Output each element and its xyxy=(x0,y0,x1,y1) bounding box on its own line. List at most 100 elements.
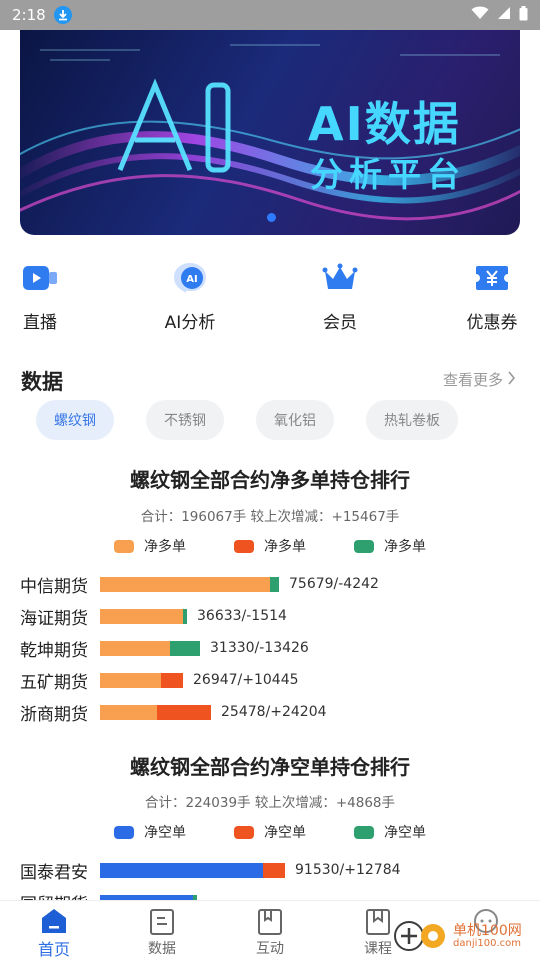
chip-rebar[interactable]: 螺纹钢 xyxy=(36,400,114,440)
short-row[interactable]: 国贸期货 xyxy=(20,886,520,900)
watermark-logo-icon xyxy=(394,921,445,951)
legend-swatch xyxy=(354,539,374,553)
long-row-bar xyxy=(100,704,211,720)
short-row-bar xyxy=(100,862,285,878)
tab-home-label: 首页 xyxy=(37,940,70,959)
tab-course-label: 课程 xyxy=(364,941,392,957)
long-ranking-title: 螺纹钢全部合约净多单持仓排行 xyxy=(130,468,410,492)
legend-item: 净多单 xyxy=(354,536,426,556)
long-row[interactable]: 五矿期货 26947/+10445 xyxy=(20,664,520,696)
interaction-book-icon xyxy=(255,907,285,937)
short-bar-segment xyxy=(263,862,285,878)
data-section-title: 数据 xyxy=(21,370,63,394)
quick-member-label: 会员 xyxy=(323,313,357,333)
quick-live[interactable]: 直播 xyxy=(0,258,80,333)
wifi-icon xyxy=(471,6,489,24)
category-chips: 螺纹钢 不锈钢 氧化铝 热轧卷板 xyxy=(36,400,458,440)
long-row-name: 浙商期货 xyxy=(20,704,88,725)
view-more-label: 查看更多 xyxy=(442,371,503,389)
legend-item: 净空单 xyxy=(114,822,186,842)
battery-icon xyxy=(519,5,528,25)
legend-label: 净多单 xyxy=(144,539,186,555)
signal-icon xyxy=(497,6,511,24)
long-ranking-list: 中信期货 75679/-4242 海证期货 36633/-1514 乾坤期货 31330/… xyxy=(20,568,520,728)
long-row[interactable]: 浙商期货 25478/+24204 xyxy=(20,696,520,728)
legend-item: 净空单 xyxy=(234,822,306,842)
long-row-value: 25478/+24204 xyxy=(221,704,327,720)
live-video-icon xyxy=(20,258,60,298)
promo-banner[interactable]: AI数据 分析平台 xyxy=(20,30,520,235)
long-row-value: 26947/+10445 xyxy=(193,672,299,688)
legend-swatch xyxy=(114,539,134,553)
banner-subtitle: 分析平台 xyxy=(310,155,466,194)
short-row[interactable]: 国泰君安 91530/+12784 xyxy=(20,854,520,886)
tab-data[interactable]: 数据 xyxy=(108,901,216,960)
short-ranking-summary: 合计：224039手 较上次增减：+4868手 xyxy=(145,795,395,811)
long-row-name: 中信期货 xyxy=(20,576,88,597)
quick-ai[interactable]: AI AI分析 xyxy=(150,258,230,333)
long-row-bar xyxy=(100,576,279,592)
long-bar-segment xyxy=(100,704,157,720)
tab-interaction-label: 互动 xyxy=(256,941,284,957)
ai-head-icon: AI xyxy=(170,258,210,298)
legend-label: 净空单 xyxy=(144,825,186,841)
coupon-yen-icon xyxy=(472,258,512,298)
short-row-value: 91530/+12784 xyxy=(295,862,401,878)
chip-hot-rolled[interactable]: 热轧卷板 xyxy=(366,400,458,440)
long-bar-segment xyxy=(157,704,211,720)
short-legend: 净空单 净空单 净空单 xyxy=(0,822,540,842)
legend-swatch xyxy=(354,825,374,839)
long-legend: 净多单 净多单 净多单 xyxy=(0,536,540,556)
long-bar-segment xyxy=(100,576,270,592)
banner-page-indicator xyxy=(267,213,276,222)
data-doc-icon xyxy=(147,907,177,937)
long-row-value: 36633/-1514 xyxy=(197,608,287,624)
long-bar-segment xyxy=(100,640,170,656)
legend-label: 净多单 xyxy=(264,539,306,555)
chip-stainless[interactable]: 不锈钢 xyxy=(146,400,224,440)
legend-swatch xyxy=(234,539,254,553)
quick-coupon-label: 优惠券 xyxy=(466,313,518,333)
long-bar-segment xyxy=(100,608,183,624)
short-ranking-title: 螺纹钢全部合约净空单持仓排行 xyxy=(130,755,410,779)
tab-home[interactable]: 首页 xyxy=(0,901,108,960)
legend-label: 净多单 xyxy=(384,539,426,555)
tab-data-label: 数据 xyxy=(148,941,176,957)
long-bar-segment xyxy=(100,672,161,688)
tab-interaction[interactable]: 互动 xyxy=(216,901,324,960)
long-row[interactable]: 中信期货 75679/-4242 xyxy=(20,568,520,600)
download-icon xyxy=(53,6,72,24)
home-icon xyxy=(39,907,69,935)
long-bar-segment xyxy=(183,608,187,624)
long-row[interactable]: 海证期货 36633/-1514 xyxy=(20,600,520,632)
quick-ai-label: AI分析 xyxy=(164,313,216,333)
long-bar-segment xyxy=(170,640,200,656)
status-bar: 2:18 xyxy=(0,0,540,30)
quick-coupon[interactable]: 优惠券 xyxy=(452,258,532,333)
long-bar-segment xyxy=(161,672,183,688)
long-ranking-summary: 合计：196067手 较上次增减：+15467手 xyxy=(140,509,400,525)
crown-icon xyxy=(320,258,360,298)
legend-label: 净空单 xyxy=(264,825,306,841)
short-row-name: 国泰君安 xyxy=(20,862,88,883)
long-row-name: 乾坤期货 xyxy=(20,640,88,661)
long-row-bar xyxy=(100,608,187,624)
view-more-link[interactable]: 查看更多 xyxy=(443,369,516,390)
legend-label: 净空单 xyxy=(384,825,426,841)
chip-alumina[interactable]: 氧化铝 xyxy=(256,400,334,440)
chevron-right-icon xyxy=(507,370,516,389)
legend-item: 净多单 xyxy=(114,536,186,556)
long-row-value: 31330/-13426 xyxy=(210,640,309,656)
long-row[interactable]: 乾坤期货 31330/-13426 xyxy=(20,632,520,664)
long-bar-segment xyxy=(270,576,279,592)
legend-swatch xyxy=(114,825,134,839)
quick-member[interactable]: 会员 xyxy=(300,258,380,333)
long-row-value: 75679/-4242 xyxy=(289,576,379,592)
quick-live-label: 直播 xyxy=(23,313,57,333)
site-watermark: 单机100网 danji100.com xyxy=(393,916,522,956)
short-bar-segment xyxy=(100,862,263,878)
svg-text:AI: AI xyxy=(186,274,197,285)
long-row-bar xyxy=(100,640,200,656)
legend-item: 净多单 xyxy=(234,536,306,556)
banner-title: AI数据 xyxy=(308,97,461,151)
